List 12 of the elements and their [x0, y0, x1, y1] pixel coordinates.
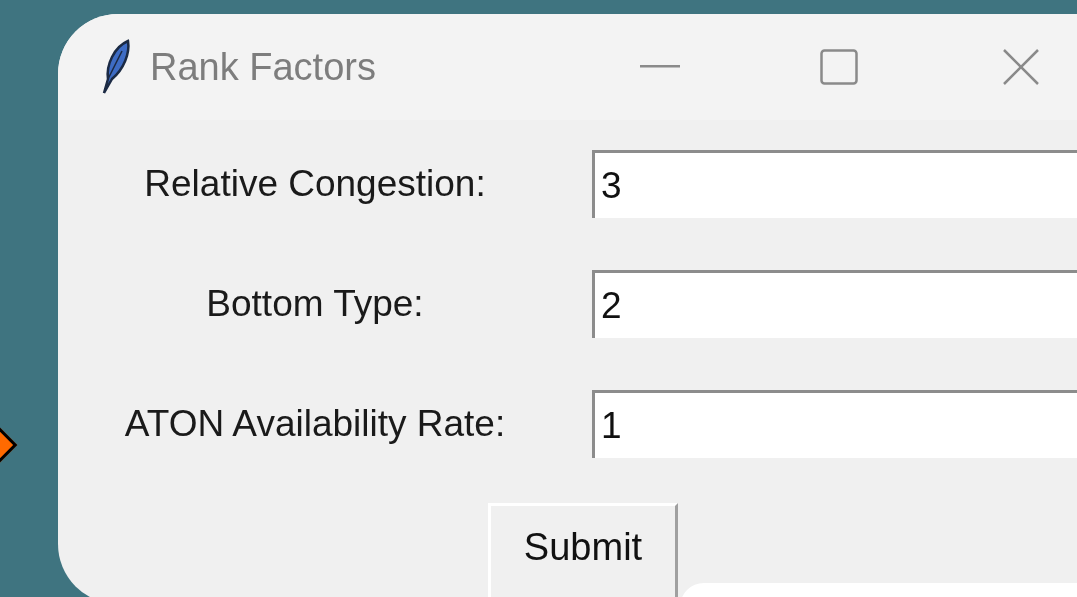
input-field[interactable]: 2	[592, 270, 1077, 338]
close-icon[interactable]	[1002, 48, 1040, 86]
field-label: ATON Availability Rate:	[123, 402, 507, 447]
field-label: Relative Congestion:	[143, 162, 487, 207]
submit-button[interactable]: Submit	[488, 503, 678, 597]
input-field[interactable]: 1	[592, 390, 1077, 458]
maximize-icon[interactable]	[820, 49, 858, 85]
window-title: Rank Factors	[150, 44, 376, 90]
minimize-icon[interactable]	[640, 65, 680, 69]
feather-icon	[100, 39, 132, 95]
field-label: Bottom Type:	[205, 282, 425, 327]
input-field[interactable]: 3	[592, 150, 1077, 218]
